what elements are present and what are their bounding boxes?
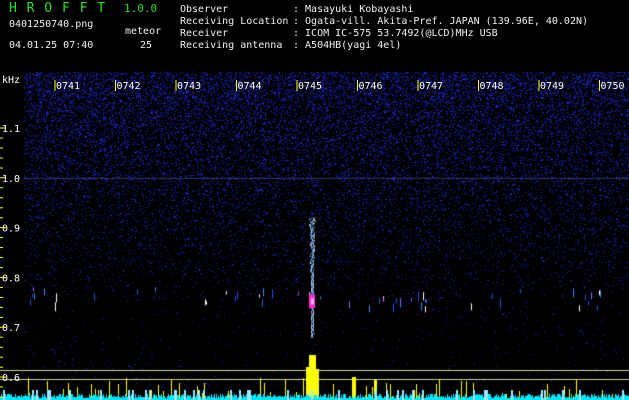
info-label-location: Receiving Location [180,16,289,27]
info-value-observer: : Masayuki Kobayashi [293,4,414,15]
info-value-antenna: : A504HB(yagi 4el) [293,40,402,51]
date-time: 04.01.25 07:40 [9,40,94,51]
meteor-label: meteor [125,26,162,37]
file-name: 0401250740.png [9,19,94,30]
spectrogram-canvas [0,72,629,400]
meteor-count: 25 [140,40,153,51]
info-value-location: : Ogata-vill. Akita-Pref. JAPAN (139.96E… [293,16,589,27]
header-panel: H R O F F T 1.0.0 0401250740.png meteor … [0,0,629,72]
info-value-receiver: : ICOM IC-575 53.7492(@LCD)MHz USB [293,28,498,39]
info-label-antenna: Receiving antenna [180,40,283,51]
app-name: H R O F F T [9,1,107,16]
info-label-observer: Observer [180,4,229,15]
app-version: 1.0.0 [124,2,158,15]
info-label-receiver: Receiver [180,28,229,39]
